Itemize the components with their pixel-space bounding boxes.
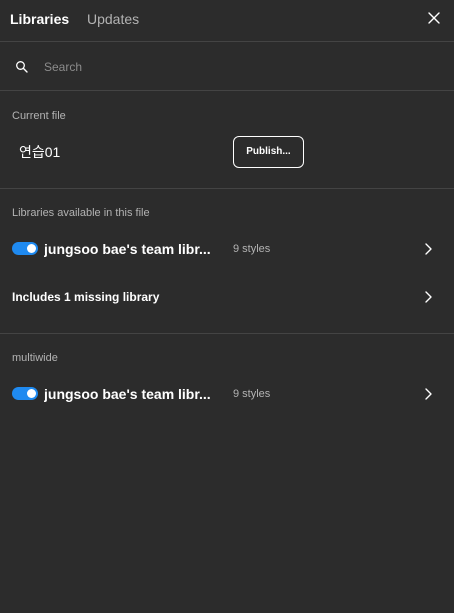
library-row-multiwide[interactable]: jungsoo bae's team libr... 9 styles	[0, 378, 454, 410]
chevron-right-icon	[425, 291, 432, 303]
toggle-knob	[27, 389, 36, 398]
available-libraries-label: Libraries available in this file	[12, 207, 150, 219]
toggle-knob	[27, 244, 36, 253]
search-icon	[16, 61, 28, 73]
library-name: jungsoo bae's team libr...	[44, 241, 211, 257]
library-style-count: 9 styles	[233, 243, 271, 255]
missing-library-row[interactable]: Includes 1 missing library	[0, 282, 454, 312]
publish-button[interactable]: Publish...	[233, 136, 304, 168]
current-file-name: 연습01	[19, 144, 61, 160]
panel-header: Libraries Updates	[0, 0, 454, 42]
divider	[0, 188, 454, 189]
chevron-right-icon	[425, 388, 432, 400]
close-button[interactable]	[424, 8, 444, 28]
divider	[0, 333, 454, 334]
missing-library-label: Includes 1 missing library	[12, 290, 160, 304]
multiwide-section-label: multiwide	[12, 352, 58, 364]
library-row-team[interactable]: jungsoo bae's team libr... 9 styles	[0, 233, 454, 265]
search-bar	[0, 43, 454, 91]
current-file-label: Current file	[12, 110, 66, 122]
tab-updates[interactable]: Updates	[87, 11, 139, 27]
library-name: jungsoo bae's team libr...	[44, 386, 211, 402]
tab-libraries[interactable]: Libraries	[10, 11, 69, 27]
search-input[interactable]	[44, 57, 434, 77]
close-icon	[428, 12, 440, 24]
chevron-right-icon	[425, 243, 432, 255]
library-toggle[interactable]	[12, 242, 38, 255]
library-toggle[interactable]	[12, 387, 38, 400]
library-style-count: 9 styles	[233, 388, 271, 400]
